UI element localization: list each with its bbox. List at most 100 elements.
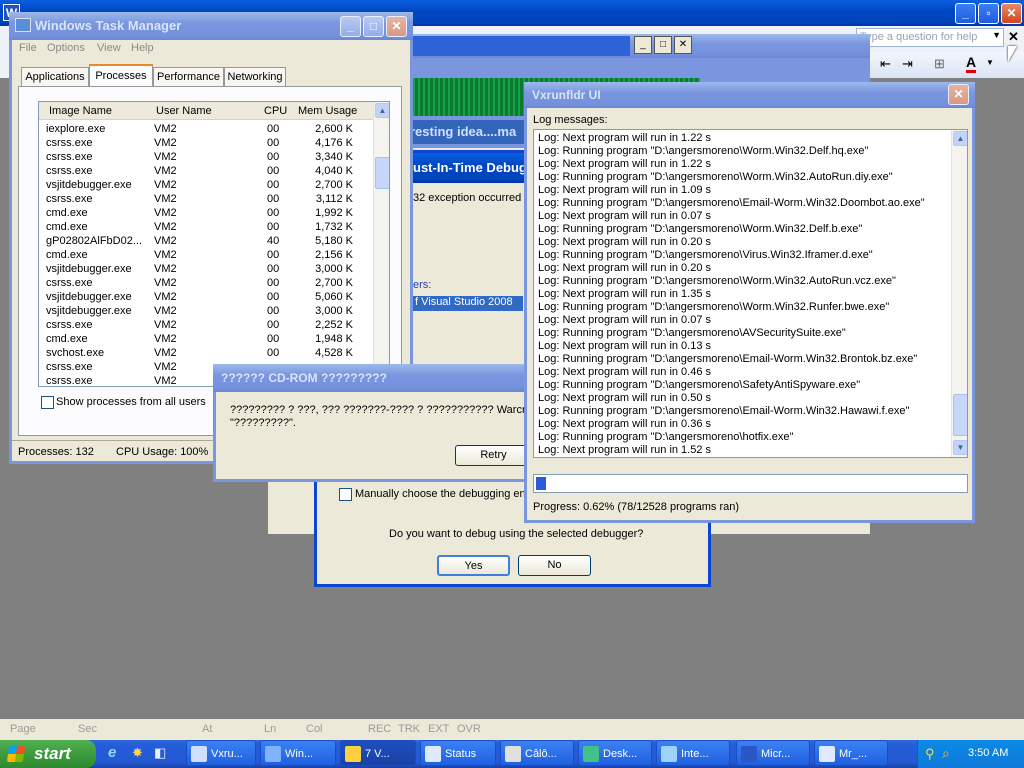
start-button[interactable]: start bbox=[0, 740, 96, 768]
decrease-indent-icon[interactable]: ⇤ bbox=[880, 56, 891, 72]
word-minimize-button[interactable]: _ bbox=[955, 3, 976, 24]
process-cpu: 00 bbox=[267, 179, 280, 191]
log-scrollbar[interactable]: ▲ ▼ bbox=[951, 130, 967, 457]
retry-button[interactable]: Retry bbox=[455, 445, 532, 466]
yes-button[interactable]: Yes bbox=[437, 555, 510, 576]
taskbar-item[interactable]: Win... bbox=[260, 740, 336, 766]
scroll-up-icon[interactable]: ▲ bbox=[953, 131, 967, 146]
taskbar-item[interactable]: Inte... bbox=[656, 740, 730, 766]
table-row[interactable]: svchost.exe VM2 00 4,528 K bbox=[39, 346, 373, 360]
process-cpu: 00 bbox=[267, 249, 280, 261]
table-row[interactable]: cmd.exe VM2 00 1,992 K bbox=[39, 206, 373, 220]
tab-networking[interactable]: Networking bbox=[224, 67, 286, 86]
taskbar-item[interactable]: Status bbox=[420, 740, 496, 766]
table-row[interactable]: cmd.exe VM2 00 1,732 K bbox=[39, 220, 373, 234]
process-mem: 2,600 K bbox=[315, 123, 353, 135]
col-user-name[interactable]: User Name bbox=[156, 105, 212, 117]
scroll-thumb[interactable] bbox=[375, 157, 389, 189]
col-mem-usage[interactable]: Mem Usage bbox=[298, 105, 357, 117]
taskbar-item[interactable]: Câlô... bbox=[500, 740, 574, 766]
process-name: vsjitdebugger.exe bbox=[46, 263, 132, 275]
task-manager-close-button[interactable]: ✕ bbox=[386, 16, 407, 37]
table-row[interactable]: gP02802AlFbD02... VM2 40 5,180 K bbox=[39, 234, 373, 248]
table-row[interactable]: vsjitdebugger.exe VM2 00 3,000 K bbox=[39, 304, 373, 318]
ie-maximize-button[interactable]: □ bbox=[654, 36, 672, 54]
table-row[interactable]: csrss.exe VM2 00 4,040 K bbox=[39, 164, 373, 178]
menu-file[interactable]: File bbox=[19, 42, 37, 54]
table-row[interactable]: cmd.exe VM2 00 2,156 K bbox=[39, 248, 373, 262]
progress-bar bbox=[533, 474, 968, 493]
show-all-checkbox[interactable] bbox=[41, 396, 54, 409]
vxrun-close-button[interactable]: ✕ bbox=[948, 84, 969, 105]
close-document-icon[interactable]: ✕ bbox=[1008, 29, 1019, 45]
word-status-bar: Page Sec At Ln Col REC TRK EXT OVR bbox=[0, 719, 1024, 740]
ie-close-button[interactable]: ✕ bbox=[674, 36, 692, 54]
process-mem: 2,700 K bbox=[315, 277, 353, 289]
table-row[interactable]: csrss.exe VM2 00 2,700 K bbox=[39, 276, 373, 290]
table-row[interactable]: iexplore.exe VM2 00 2,600 K bbox=[39, 122, 373, 136]
ie-minimize-button[interactable]: _ bbox=[634, 36, 652, 54]
taskbar-item[interactable]: 7 V... bbox=[340, 740, 416, 766]
process-mem: 4,040 K bbox=[315, 165, 353, 177]
tab-processes[interactable]: Processes bbox=[89, 64, 153, 87]
taskbar-item-label: 7 V... bbox=[365, 748, 390, 760]
process-user: VM2 bbox=[154, 207, 177, 219]
table-row[interactable]: vsjitdebugger.exe VM2 00 5,060 K bbox=[39, 290, 373, 304]
table-row[interactable]: csrss.exe VM2 00 2,252 K bbox=[39, 318, 373, 332]
col-image-name[interactable]: Image Name bbox=[49, 105, 112, 117]
search-icon[interactable]: ⌕ bbox=[942, 745, 950, 762]
col-cpu[interactable]: CPU bbox=[264, 105, 287, 117]
table-row[interactable]: csrss.exe VM2 00 3,340 K bbox=[39, 150, 373, 164]
menu-help[interactable]: Help bbox=[131, 42, 154, 54]
tools-quicklaunch-icon[interactable]: ✸ bbox=[132, 745, 143, 761]
windows-logo-icon bbox=[6, 746, 26, 762]
menu-view[interactable]: View bbox=[97, 42, 121, 54]
chevron-down-icon[interactable]: ▼ bbox=[992, 30, 1001, 40]
jit-exception-text: 32 exception occurred i bbox=[413, 192, 527, 204]
table-row[interactable]: vsjitdebugger.exe VM2 00 3,000 K bbox=[39, 262, 373, 276]
process-cpu: 00 bbox=[267, 319, 280, 331]
chevron-down-icon[interactable]: ▼ bbox=[986, 58, 994, 67]
border-icon[interactable]: ⊞ bbox=[934, 56, 945, 72]
word-close-button[interactable]: ✕ bbox=[1001, 3, 1022, 24]
increase-indent-icon[interactable]: ⇥ bbox=[902, 56, 913, 72]
task-manager-minimize-button[interactable]: _ bbox=[340, 16, 361, 37]
process-user: VM2 bbox=[154, 375, 177, 387]
ie-quicklaunch-icon[interactable]: e bbox=[108, 744, 116, 761]
log-item: Log: Running program "D:\angersmoreno\Em… bbox=[538, 353, 918, 365]
clock: 3:50 AM bbox=[968, 747, 1009, 759]
help-search-input[interactable]: Type a question for help ▼ bbox=[856, 28, 1004, 47]
jit-debugger-selected[interactable]: f Visual Studio 2008 bbox=[413, 296, 523, 311]
process-mem: 5,060 K bbox=[315, 291, 353, 303]
table-row[interactable]: cmd.exe VM2 00 1,948 K bbox=[39, 332, 373, 346]
word-restore-button[interactable]: ▫ bbox=[978, 3, 999, 24]
scroll-thumb[interactable] bbox=[953, 394, 967, 436]
network-icon[interactable]: ⚲ bbox=[925, 746, 935, 762]
scroll-down-icon[interactable]: ▼ bbox=[953, 440, 967, 455]
progress-text: Progress: 0.62% (78/12528 programs ran) bbox=[533, 501, 740, 513]
scroll-up-icon[interactable]: ▲ bbox=[375, 103, 389, 118]
process-name: vsjitdebugger.exe bbox=[46, 291, 132, 303]
table-row[interactable]: csrss.exe VM2 00 4,176 K bbox=[39, 136, 373, 150]
table-row[interactable]: csrss.exe VM2 00 3,112 K bbox=[39, 192, 373, 206]
status-ovr: OVR bbox=[457, 723, 481, 735]
desktop-quicklaunch-icon[interactable]: ◧ bbox=[154, 745, 166, 761]
process-list-scrollbar[interactable]: ▲ bbox=[373, 102, 389, 386]
font-color-icon[interactable]: A bbox=[966, 54, 977, 73]
tab-applications[interactable]: Applications bbox=[21, 67, 89, 86]
process-user: VM2 bbox=[154, 235, 177, 247]
taskbar-item[interactable]: Vxru... bbox=[186, 740, 256, 766]
process-user: VM2 bbox=[154, 137, 177, 149]
taskbar-item[interactable]: Desk... bbox=[578, 740, 652, 766]
no-button[interactable]: No bbox=[518, 555, 591, 576]
process-cpu: 00 bbox=[267, 221, 280, 233]
taskbar-item[interactable]: Micr... bbox=[736, 740, 810, 766]
task-manager-maximize-button[interactable]: □ bbox=[363, 16, 384, 37]
menu-options[interactable]: Options bbox=[47, 42, 85, 54]
taskbar-item[interactable]: Mr_... bbox=[814, 740, 888, 766]
process-name: csrss.exe bbox=[46, 151, 93, 163]
table-row[interactable]: vsjitdebugger.exe VM2 00 2,700 K bbox=[39, 178, 373, 192]
tab-performance[interactable]: Performance bbox=[153, 67, 224, 86]
manual-choose-checkbox[interactable] bbox=[339, 488, 352, 501]
vxrun-window: Vxrunfldr UI ✕ Log messages: Log: Next p… bbox=[524, 82, 975, 523]
